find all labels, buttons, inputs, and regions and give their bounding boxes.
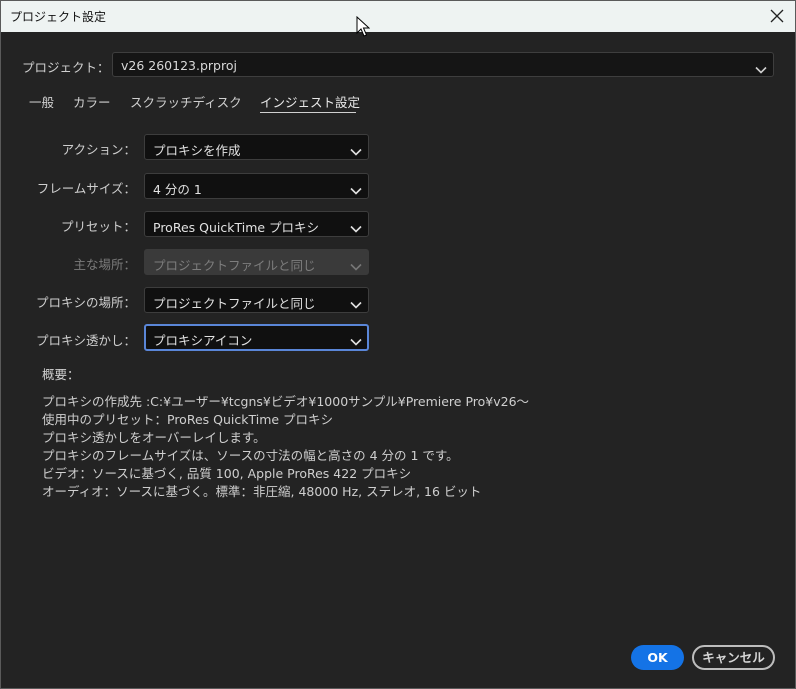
chevron-down-icon <box>755 60 767 79</box>
chevron-down-icon <box>350 332 362 351</box>
frame-size-label: フレームサイズ： <box>36 181 136 196</box>
action-label: アクション： <box>61 142 136 157</box>
summary-line: プロキシ透かしをオーバーレイします。 <box>42 430 266 445</box>
primary-location-label: 主な場所： <box>73 257 136 272</box>
ok-button[interactable]: OK <box>631 645 684 670</box>
project-label: プロジェクト： <box>22 60 110 75</box>
mouse-pointer-icon <box>356 15 371 42</box>
project-select[interactable]: v26 260123.prproj <box>112 52 774 77</box>
summary-line: 使用中のプリセット：ProRes QuickTime プロキシ <box>42 412 334 427</box>
preset-select-value: ProRes QuickTime プロキシ <box>153 220 320 235</box>
tab-general[interactable]: 一般 <box>29 92 54 111</box>
close-icon[interactable] <box>765 4 789 28</box>
preset-label: プリセット： <box>60 219 136 234</box>
proxy-watermark-select[interactable]: プロキシアイコン <box>144 324 369 351</box>
chevron-down-icon <box>350 181 362 200</box>
title-bar: プロジェクト設定 <box>1 1 795 32</box>
tab-scratch-disks[interactable]: スクラッチディスク <box>130 92 242 111</box>
project-select-value: v26 260123.prproj <box>121 58 237 73</box>
summary-line: オーディオ：ソースに基づく。標準：非圧縮, 48000 Hz, ステレオ, 16… <box>42 484 482 499</box>
proxy-location-label: プロキシの場所： <box>35 295 136 310</box>
frame-size-select[interactable]: 4 分の 1 <box>144 173 369 199</box>
proxy-watermark-label: プロキシ透かし： <box>35 333 136 348</box>
primary-location-select: プロジェクトファイルと同じ <box>144 249 369 275</box>
summary-line: ビデオ：ソースに基づく, 品質 100, Apple ProRes 422 プロ… <box>42 466 412 481</box>
chevron-down-icon <box>350 257 362 276</box>
project-settings-dialog: プロジェクト設定 プロジェクト： v26 260123.prproj 一般 カラ… <box>0 0 796 689</box>
proxy-location-select[interactable]: プロジェクトファイルと同じ <box>144 287 369 313</box>
action-select-value: プロキシを作成 <box>153 143 241 158</box>
active-tab-underline <box>260 112 356 113</box>
proxy-watermark-select-value: プロキシアイコン <box>153 333 253 348</box>
frame-size-select-value: 4 分の 1 <box>153 182 202 197</box>
chevron-down-icon <box>350 142 362 161</box>
window-title: プロジェクト設定 <box>10 10 107 24</box>
cancel-button[interactable]: キャンセル <box>692 645 775 670</box>
summary-title: 概要： <box>42 367 80 382</box>
primary-location-select-value: プロジェクトファイルと同じ <box>153 258 316 273</box>
action-select[interactable]: プロキシを作成 <box>144 134 369 160</box>
summary-line: プロキシの作成先 :C:¥ユーザー¥tcgns¥ビデオ¥1000サンプル¥Pre… <box>42 394 530 409</box>
preset-select[interactable]: ProRes QuickTime プロキシ <box>144 211 369 237</box>
summary-line: プロキシのフレームサイズは、ソースの寸法の幅と高さの 4 分の 1 です。 <box>42 448 459 463</box>
proxy-location-select-value: プロジェクトファイルと同じ <box>153 296 316 311</box>
tab-ingest-settings[interactable]: インジェスト設定 <box>260 92 360 111</box>
chevron-down-icon <box>350 219 362 238</box>
tab-color[interactable]: カラー <box>73 92 111 111</box>
chevron-down-icon <box>350 295 362 314</box>
summary-text: プロキシの作成先 :C:¥ユーザー¥tcgns¥ビデオ¥1000サンプル¥Pre… <box>42 393 529 501</box>
